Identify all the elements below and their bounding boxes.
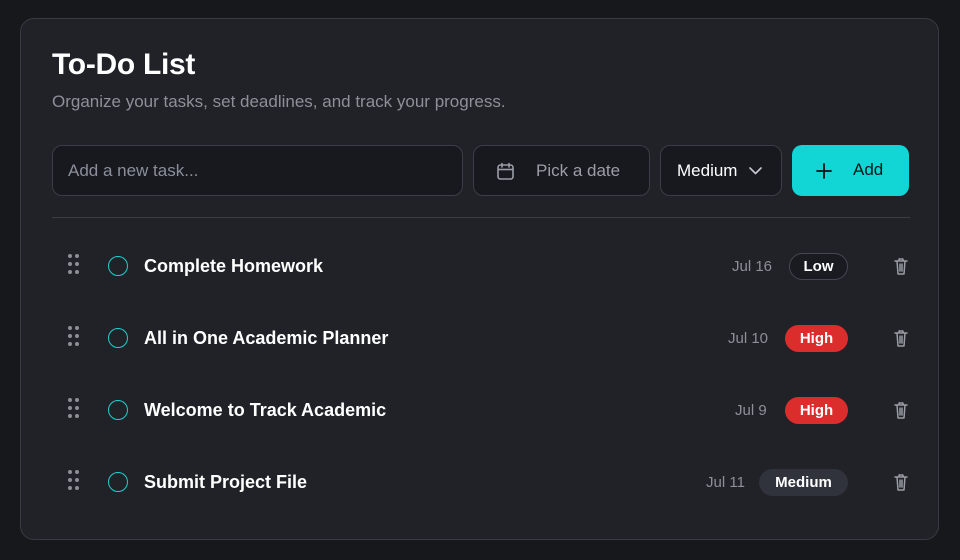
task-title: Welcome to Track Academic: [144, 400, 387, 420]
add-task-label: Add: [853, 160, 884, 179]
trash-icon[interactable]: [892, 400, 910, 420]
drag-dot: [68, 262, 72, 266]
drag-dot: [68, 254, 72, 258]
date-picker-label: Pick a date: [536, 161, 621, 180]
circle-checkbox-icon[interactable]: [108, 400, 128, 420]
drag-dot: [75, 406, 79, 410]
priority-badge-high: High: [785, 397, 848, 424]
circle-checkbox-icon[interactable]: [108, 328, 128, 348]
drag-dot: [75, 334, 79, 338]
drag-dot: [75, 470, 79, 474]
circle-checkbox-icon[interactable]: [108, 472, 128, 492]
drag-dot: [68, 398, 72, 402]
drag-dot: [75, 478, 79, 482]
drag-dot: [68, 326, 72, 330]
drag-dot: [75, 398, 79, 402]
task-date: Jul 9: [735, 402, 767, 419]
task-date: Jul 11: [706, 474, 745, 491]
drag-dot: [68, 478, 72, 482]
drag-dot: [68, 470, 72, 474]
priority-badge-medium: Medium: [759, 469, 848, 496]
task-date: Jul 10: [728, 330, 769, 347]
plus-icon: [816, 163, 832, 179]
priority-badge-low: Low: [789, 253, 848, 280]
priority-badge-high: High: [785, 325, 848, 352]
calendar-icon: [497, 162, 514, 180]
priority-select-value: Medium: [677, 161, 738, 180]
drag-dot: [75, 414, 79, 418]
priority-select[interactable]: Medium: [660, 145, 782, 196]
drag-handle-icon[interactable]: [68, 326, 80, 350]
task-title: Submit Project File: [144, 472, 308, 492]
date-picker-button[interactable]: Pick a date: [473, 145, 650, 196]
task-input[interactable]: [53, 146, 462, 195]
drag-handle-icon[interactable]: [68, 470, 80, 494]
trash-icon[interactable]: [892, 256, 910, 276]
drag-dot: [75, 254, 79, 258]
drag-handle-icon[interactable]: [68, 398, 80, 422]
drag-dot: [68, 334, 72, 338]
task-row-submit-project-file: Submit Project File Jul 11 Medium: [52, 450, 910, 516]
divider: [52, 217, 910, 218]
task-row-complete-homework: Complete Homework Jul 16 Low: [52, 234, 910, 300]
trash-icon[interactable]: [892, 472, 910, 492]
chevron-down-icon: [749, 167, 762, 175]
page-subtitle: Organize your tasks, set deadlines, and …: [52, 92, 506, 111]
drag-dot: [68, 414, 72, 418]
task-title: Complete Homework: [144, 256, 324, 276]
drag-dot: [68, 270, 72, 274]
drag-dot: [68, 342, 72, 346]
trash-icon[interactable]: [892, 328, 910, 348]
drag-dot: [75, 486, 79, 490]
drag-handle-icon[interactable]: [68, 254, 80, 278]
task-title: All in One Academic Planner: [144, 328, 389, 348]
circle-checkbox-icon[interactable]: [108, 256, 128, 276]
todo-card: To-Do List Organize your tasks, set dead…: [20, 18, 939, 540]
drag-dot: [75, 342, 79, 346]
drag-dot: [75, 270, 79, 274]
task-row-track-academic: Welcome to Track Academic Jul 9 High: [52, 378, 910, 444]
task-date: Jul 16: [732, 258, 773, 275]
add-task-button[interactable]: Add: [792, 145, 909, 196]
drag-dot: [75, 326, 79, 330]
task-row-academic-planner: All in One Academic Planner Jul 10 High: [52, 306, 910, 372]
drag-dot: [75, 262, 79, 266]
page-title: To-Do List: [52, 48, 196, 81]
drag-dot: [68, 406, 72, 410]
drag-dot: [68, 486, 72, 490]
task-input-container[interactable]: [52, 145, 463, 196]
